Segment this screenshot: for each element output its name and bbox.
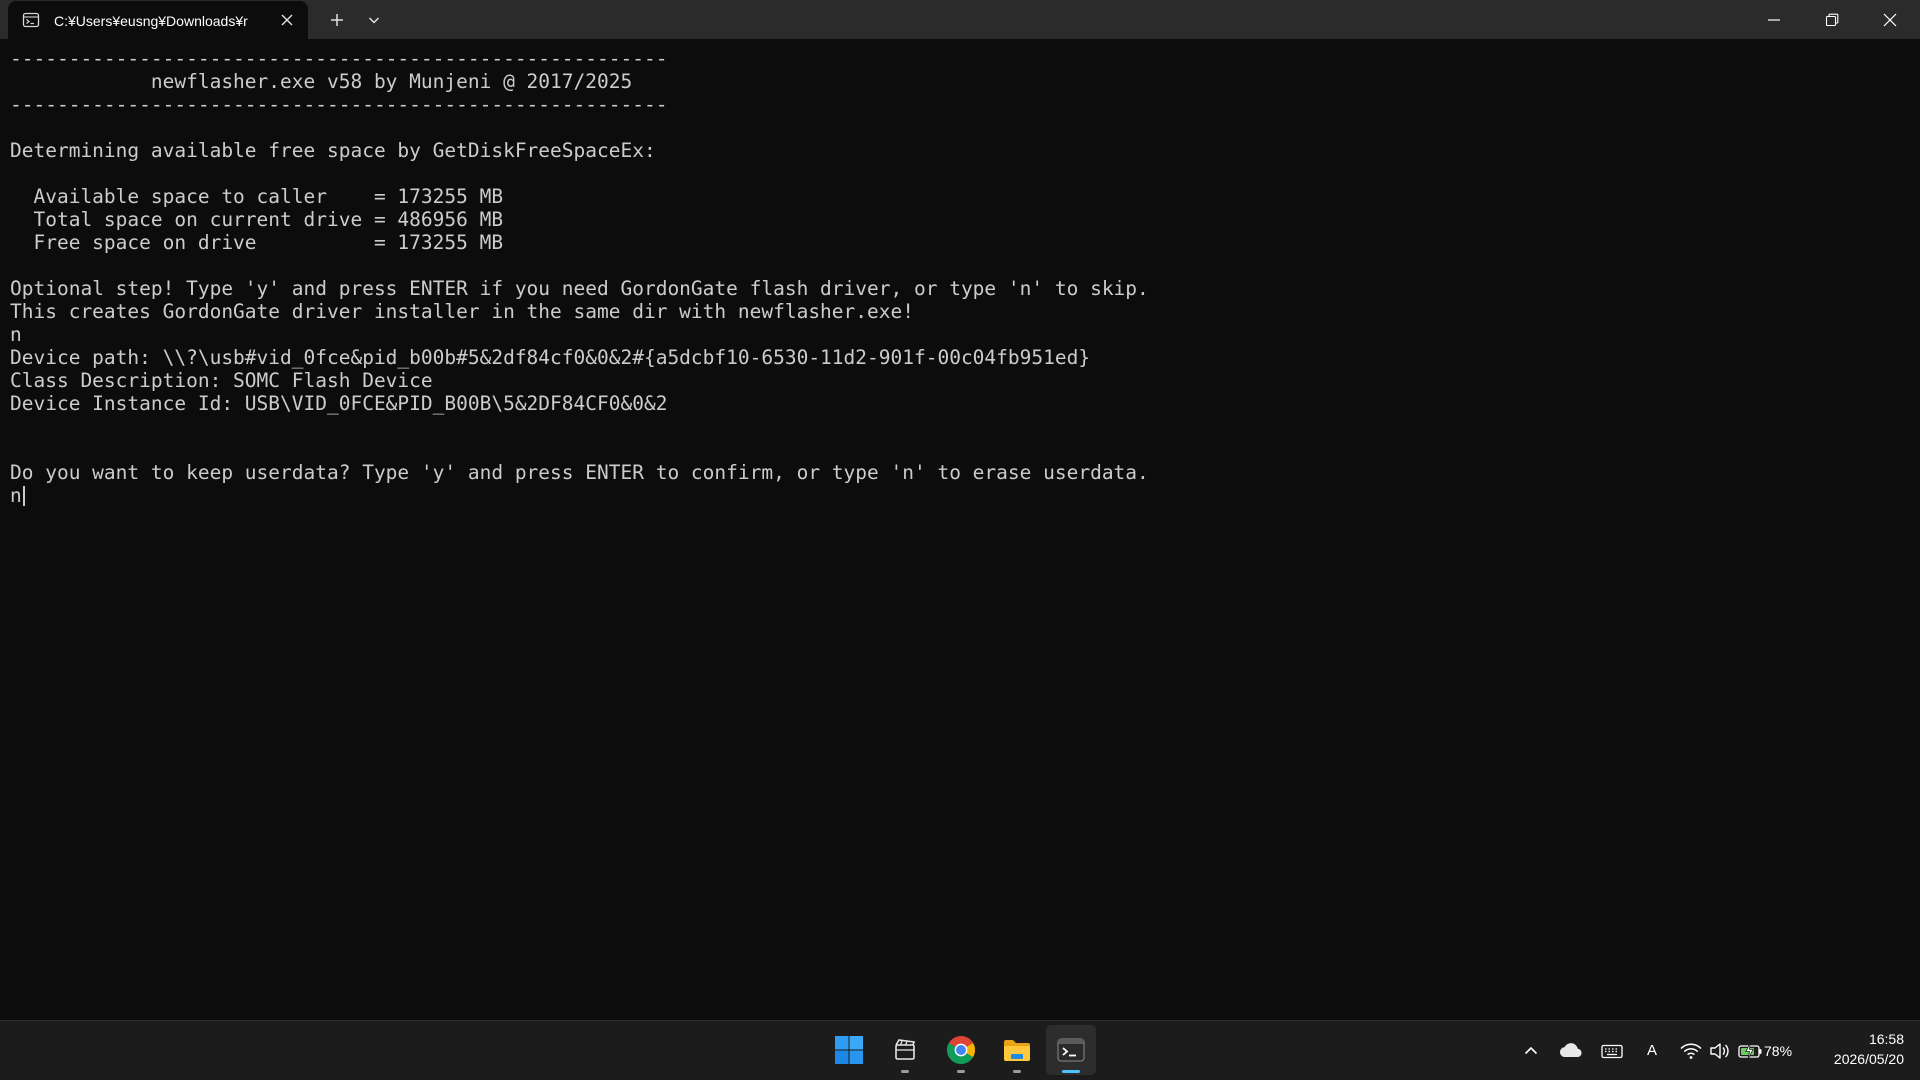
new-tab-button[interactable] xyxy=(320,6,354,34)
plus-icon xyxy=(331,14,343,26)
taskbar-app-clipchamp[interactable] xyxy=(880,1025,930,1075)
terminal-tab[interactable]: C:¥Users¥eusng¥Downloads¥r xyxy=(8,1,308,39)
terminal-line: ----------------------------------------… xyxy=(10,47,668,70)
terminal-input-line[interactable]: n xyxy=(10,484,1910,507)
running-indicator xyxy=(1013,1070,1021,1073)
terminal-line: Device Instance Id: USB\VID_0FCE&PID_B00… xyxy=(10,392,668,415)
minimize-button[interactable] xyxy=(1745,0,1803,39)
chrome-icon xyxy=(947,1036,975,1064)
battery-percent: 78% xyxy=(1764,1043,1793,1059)
onedrive-tray[interactable] xyxy=(1556,1037,1586,1065)
text-cursor xyxy=(22,486,25,506)
minimize-icon xyxy=(1768,19,1780,21)
terminal-tab-icon xyxy=(22,12,40,28)
battery-charging-icon xyxy=(1738,1042,1762,1060)
chevron-up-icon xyxy=(1524,1046,1538,1055)
terminal-input[interactable]: n xyxy=(10,484,22,507)
terminal-icon xyxy=(1057,1038,1085,1062)
title-bar[interactable]: C:¥Users¥eusng¥Downloads¥r xyxy=(0,0,1920,39)
terminal-line: Class Description: SOMC Flash Device xyxy=(10,369,433,392)
tab-title: C:¥Users¥eusng¥Downloads¥r xyxy=(54,13,248,29)
taskbar: A 78% 16:58 2026/05/20 xyxy=(0,1020,1920,1080)
terminal-line: This creates GordonGate driver installer… xyxy=(10,300,914,323)
running-indicator xyxy=(901,1070,909,1073)
speaker-icon xyxy=(1710,1043,1729,1059)
folder-icon xyxy=(1004,1040,1030,1061)
keyboard-icon xyxy=(1601,1044,1623,1059)
terminal-line: Optional step! Type 'y' and press ENTER … xyxy=(10,277,1149,300)
volume-tray[interactable] xyxy=(1706,1037,1734,1065)
terminal-line: n xyxy=(10,323,22,346)
clock-date: 2026/05/20 xyxy=(1833,1051,1904,1067)
terminal-output[interactable]: ----------------------------------------… xyxy=(10,47,1910,1007)
taskbar-app-terminal[interactable] xyxy=(1046,1025,1096,1075)
restore-icon xyxy=(1825,13,1839,27)
running-indicator xyxy=(957,1070,965,1073)
tab-dropdown-button[interactable] xyxy=(358,6,390,34)
taskbar-app-chrome[interactable] xyxy=(936,1025,986,1075)
close-icon xyxy=(1883,13,1897,27)
terminal-line: newflasher.exe v58 by Munjeni @ 2017/202… xyxy=(10,70,633,93)
terminal-line: ----------------------------------------… xyxy=(10,93,668,116)
show-hidden-icons-button[interactable] xyxy=(1518,1037,1544,1065)
close-window-button[interactable] xyxy=(1861,0,1919,39)
terminal-line: Available space to caller = 173255 MB xyxy=(10,185,504,208)
clapperboard-icon xyxy=(895,1039,916,1060)
terminal-line: Device path: \\?\usb#vid_0fce&pid_b00b#5… xyxy=(10,346,1091,369)
network-tray[interactable] xyxy=(1676,1037,1706,1065)
restore-button[interactable] xyxy=(1803,0,1861,39)
terminal-line: Total space on current drive = 486956 MB xyxy=(10,208,504,231)
cloud-icon xyxy=(1559,1043,1582,1057)
terminal-line: Do you want to keep userdata? Type 'y' a… xyxy=(10,461,1149,484)
input-language-indicator[interactable]: A xyxy=(1640,1037,1664,1065)
wifi-icon xyxy=(1680,1043,1702,1059)
terminal-line: Determining available free space by GetD… xyxy=(10,139,656,162)
screen: C:¥Users¥eusng¥Downloads¥r -------------… xyxy=(0,0,1920,1080)
windows-logo-icon xyxy=(835,1036,863,1064)
start-button[interactable] xyxy=(824,1025,874,1075)
battery-tray[interactable] xyxy=(1736,1037,1764,1065)
clock[interactable]: 16:58 2026/05/20 xyxy=(1800,1029,1904,1073)
terminal-line: Free space on drive = 173255 MB xyxy=(10,231,504,254)
taskbar-app-file-explorer[interactable] xyxy=(992,1025,1042,1075)
active-indicator xyxy=(1062,1070,1080,1073)
close-tab-icon[interactable] xyxy=(280,13,294,27)
touch-keyboard-tray[interactable] xyxy=(1597,1037,1627,1065)
chevron-down-icon xyxy=(368,17,380,24)
clock-time: 16:58 xyxy=(1868,1031,1904,1047)
